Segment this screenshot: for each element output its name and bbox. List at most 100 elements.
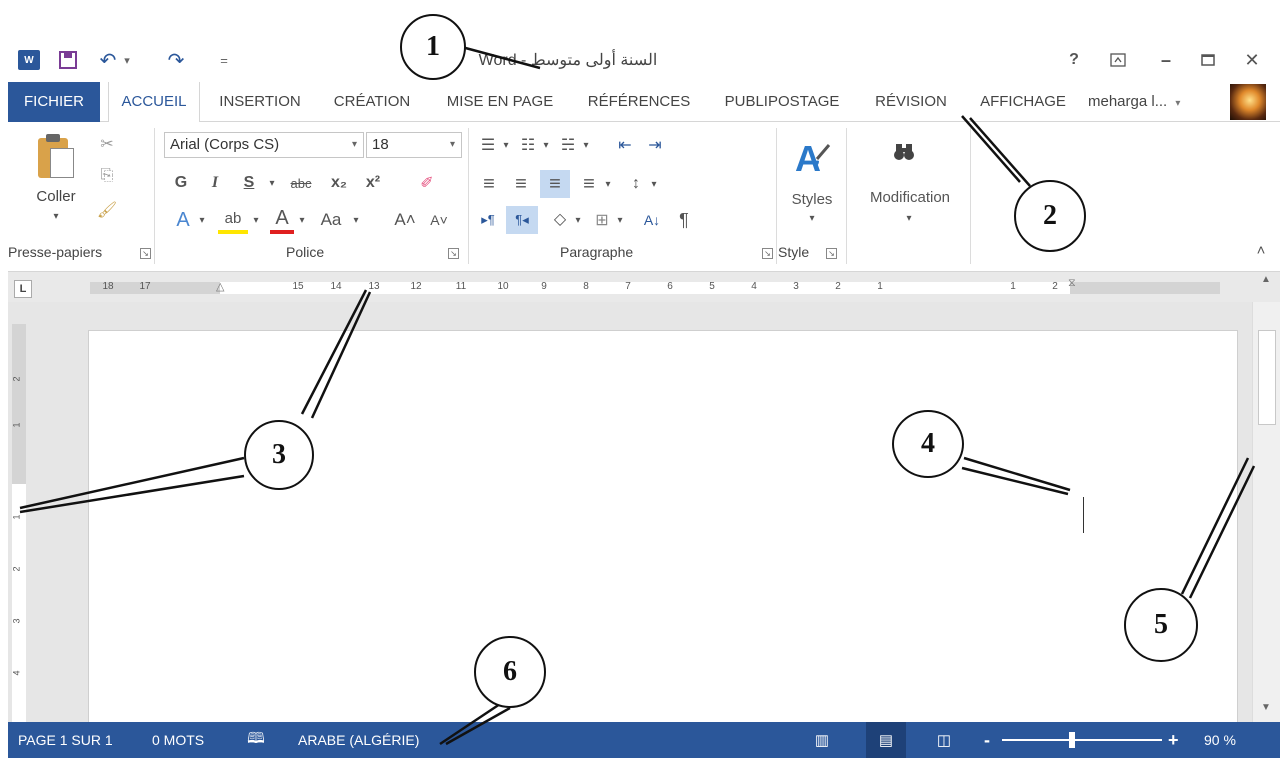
horizontal-ruler[interactable]: 18 17 15 14 13 12 11 10 9 8 7 6 5 4 3 2 … [90,277,1220,294]
paste-icon[interactable] [36,132,76,182]
paste-button[interactable]: Coller [28,186,84,206]
help-icon[interactable]: ? [1060,46,1088,74]
sort-button[interactable]: A↓ [638,206,666,234]
rtl-direction-button[interactable]: ¶◂ [506,206,538,234]
print-layout-icon[interactable]: ▤ [866,722,906,758]
numbering-dropdown-icon[interactable]: ▾ [540,132,552,158]
borders-dropdown-icon[interactable]: ▾ [614,206,626,234]
font-size-dropdown-icon[interactable]: ▾ [450,133,455,157]
customize-toolbar-icon[interactable]: = [216,40,232,80]
zoom-slider[interactable] [1002,739,1162,741]
shading-button[interactable]: ◇ [548,206,572,234]
tab-insertion[interactable]: INSERTION [208,82,312,122]
modification-button[interactable]: Modification [854,186,966,208]
align-left-button[interactable]: ≡ [476,170,502,198]
ltr-direction-button[interactable]: ▸¶ [474,206,502,234]
font-size-combo[interactable]: 18 ▾ [366,132,462,158]
tab-revision[interactable]: RÉVISION [862,82,960,122]
strikethrough-button[interactable]: abc [284,170,318,196]
styles-icon[interactable]: A [784,130,838,190]
web-layout-icon[interactable]: ◫ [932,728,956,752]
clear-formatting-icon[interactable]: ✐ [414,170,440,196]
subscript-button[interactable]: x₂ [326,170,352,196]
change-case-dropdown-icon[interactable]: ▾ [350,206,362,234]
scroll-up-icon[interactable]: ▲ [1261,274,1271,285]
font-name-dropdown-icon[interactable]: ▾ [352,133,357,157]
scroll-down-icon[interactable]: ▼ [1261,702,1271,713]
format-painter-icon[interactable]: 🖌 [96,198,118,222]
tab-creation[interactable]: CRÉATION [320,82,424,122]
bullets-button[interactable]: ☰ [476,132,500,158]
styles-dropdown-icon[interactable]: ▾ [804,210,820,226]
styles-launcher-icon[interactable]: ↘ [826,248,837,259]
justify-button[interactable]: ≡ [576,170,602,198]
multilevel-dropdown-icon[interactable]: ▾ [580,132,592,158]
maximize-icon[interactable] [1194,46,1222,74]
italic-button[interactable]: I [204,170,226,196]
text-effects-dropdown-icon[interactable]: ▾ [196,206,208,234]
multilevel-list-button[interactable]: ☵ [556,132,580,158]
tab-accueil[interactable]: ACCUEIL [108,82,200,123]
user-dropdown-icon[interactable]: ▾ [1175,98,1180,109]
document-page[interactable] [88,330,1238,730]
numbering-button[interactable]: ☷ [516,132,540,158]
zoom-level[interactable]: 90 % [1204,722,1236,758]
bullets-dropdown-icon[interactable]: ▾ [500,132,512,158]
undo-icon[interactable]: ↶ [96,40,120,80]
shrink-font-button[interactable]: A˅ [426,206,452,234]
user-avatar[interactable] [1230,84,1266,120]
highlight-color-button[interactable]: ab [218,206,248,234]
read-mode-icon[interactable]: ▥ [810,728,834,752]
cut-icon[interactable]: ✂ [96,132,118,156]
text-effects-button[interactable]: A [170,206,196,234]
underline-button[interactable]: S [238,170,260,196]
tab-mise-en-page[interactable]: MISE EN PAGE [432,82,568,122]
align-right-button[interactable]: ≡ [540,170,570,198]
font-launcher-icon[interactable]: ↘ [448,248,459,259]
close-icon[interactable]: ✕ [1238,46,1266,74]
increase-indent-button[interactable]: ⇥ [642,132,668,158]
left-indent-marker-icon[interactable]: △ [216,280,224,293]
page-count[interactable]: PAGE 1 SUR 1 [18,722,113,758]
binoculars-icon[interactable] [884,132,924,172]
modification-dropdown-icon[interactable]: ▾ [901,210,917,226]
undo-dropdown-icon[interactable]: ▾ [120,40,134,80]
decrease-indent-button[interactable]: ⇤ [612,132,638,158]
grow-font-button[interactable]: A˄ [392,206,418,234]
redo-icon[interactable]: ↷ [164,40,188,80]
scrollbar-thumb[interactable] [1258,330,1276,425]
justify-dropdown-icon[interactable]: ▾ [602,170,614,198]
line-spacing-dropdown-icon[interactable]: ▾ [648,170,660,198]
bold-button[interactable]: G [170,170,192,196]
copy-icon[interactable]: ⎘ [96,164,118,188]
save-icon[interactable] [56,40,80,80]
vertical-scrollbar[interactable]: ▲ ▼ [1252,274,1280,722]
clipboard-launcher-icon[interactable]: ↘ [140,248,151,259]
align-center-button[interactable]: ≡ [508,170,534,198]
ribbon-display-options-icon[interactable] [1104,46,1132,74]
user-name[interactable]: meharga l... ▾ [1088,82,1206,122]
font-color-button[interactable]: A [270,206,294,234]
word-logo-icon[interactable]: W [16,40,42,80]
tab-references[interactable]: RÉFÉRENCES [576,82,702,122]
paragraph-launcher-icon[interactable]: ↘ [762,248,773,259]
superscript-button[interactable]: x² [360,170,386,196]
zoom-in-button[interactable]: + [1168,722,1179,758]
tab-fichier[interactable]: FICHIER [8,82,100,122]
line-spacing-button[interactable]: ↕ [624,170,648,198]
proofing-icon[interactable]: 🕮 [244,728,268,752]
tab-publipostage[interactable]: PUBLIPOSTAGE [710,82,854,122]
collapse-ribbon-icon[interactable]: ˄ [1252,240,1270,260]
vertical-ruler[interactable]: 2 1 1 2 3 4 [12,324,26,722]
font-name-combo[interactable]: Arial (Corps CS) ▾ [164,132,364,158]
underline-dropdown-icon[interactable]: ▾ [266,170,278,196]
tab-affichage[interactable]: AFFICHAGE [968,82,1078,122]
zoom-slider-thumb[interactable] [1069,732,1075,748]
word-count[interactable]: 0 MOTS [152,722,204,758]
styles-button[interactable]: Styles [782,188,842,210]
minimize-icon[interactable]: – [1152,46,1180,74]
paste-dropdown-icon[interactable]: ▾ [48,208,64,224]
shading-dropdown-icon[interactable]: ▾ [572,206,584,234]
borders-button[interactable]: ⊞ [590,206,614,234]
language-indicator[interactable]: ARABE (ALGÉRIE) [298,722,419,758]
